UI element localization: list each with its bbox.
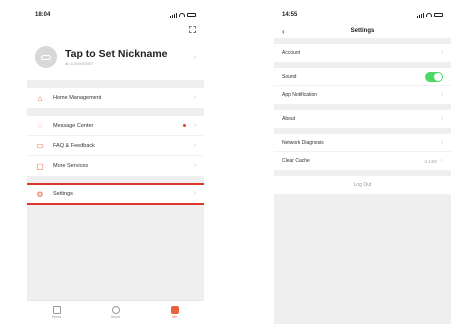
chevron-right-icon: › (194, 122, 196, 129)
chevron-right-icon: › (441, 50, 443, 56)
menu-group-support: ◌ Message Center › ▭ FAQ & Feedback › ▢ … (27, 116, 204, 176)
wifi-icon (179, 13, 185, 17)
menu-item-label: Message Center (53, 122, 94, 129)
chevron-right-icon: › (194, 191, 196, 197)
chevron-right-icon: › (441, 158, 443, 164)
message-icon: ◌ (37, 121, 43, 130)
status-icons (417, 12, 443, 18)
settings-group-notifications: Sound App Notification › (274, 68, 451, 104)
scan-icon[interactable] (189, 26, 196, 33)
settings-group-about: About › (274, 110, 451, 128)
row-label: Network Diagnosis (282, 139, 324, 146)
tab-smart[interactable]: Smart (86, 301, 145, 324)
faq-feedback-item[interactable]: ▭ FAQ & Feedback › (27, 136, 204, 156)
settings-item[interactable]: ⚙ Settings › (27, 183, 204, 205)
sound-toggle[interactable] (425, 71, 443, 82)
nickname[interactable]: Tap to Set Nickname (65, 48, 168, 60)
nav-bar: ‹ Settings (274, 24, 451, 38)
chevron-right-icon: › (193, 53, 196, 61)
tab-label: Me (172, 315, 177, 319)
chevron-right-icon: › (194, 163, 196, 169)
menu-group-settings: ⚙ Settings › (27, 183, 204, 205)
me-tab-icon (170, 306, 179, 314)
status-icons (170, 12, 196, 18)
unread-badge (183, 124, 186, 127)
tab-me[interactable]: Me (145, 301, 204, 324)
app-notification-row[interactable]: App Notification › (274, 86, 451, 104)
settings-screen: 14:55 ‹ Settings Account › Sound App Not… (274, 6, 451, 324)
battery-icon (434, 13, 443, 17)
home-tab-icon (52, 306, 61, 314)
profile-card[interactable]: Tap to Set Nickname ab-1285530907 › (27, 24, 204, 80)
tab-label: Home (51, 315, 62, 319)
row-label: About (282, 116, 296, 122)
clear-cache-row[interactable]: Clear Cache 3.14M › (274, 152, 451, 170)
user-id: ab-1285530907 (65, 61, 94, 66)
home-management-item[interactable]: ⌂ Home Management › (27, 88, 204, 108)
faq-icon: ▭ (36, 141, 44, 150)
chevron-right-icon: › (441, 116, 443, 122)
account-row[interactable]: Account › (274, 44, 451, 62)
page-title: Settings (350, 28, 375, 34)
status-time: 14:55 (282, 12, 298, 18)
tab-bar: Home Smart Me (27, 300, 204, 324)
menu-item-label: FAQ & Feedback (53, 142, 95, 149)
signal-icon (417, 12, 424, 18)
menu-item-label: Settings (53, 191, 73, 197)
chevron-right-icon: › (441, 92, 443, 98)
chevron-right-icon: › (194, 95, 196, 101)
gear-icon: ⚙ (36, 189, 44, 199)
wifi-icon (426, 13, 432, 17)
menu-item-label: Home Management (53, 95, 102, 101)
chevron-right-icon: › (194, 142, 196, 149)
signal-icon (170, 12, 177, 18)
about-row[interactable]: About › (274, 110, 451, 128)
battery-icon (187, 13, 196, 17)
settings-group-network: Network Diagnosis › Clear Cache 3.14M › (274, 134, 451, 170)
tab-label: Smart (110, 315, 121, 319)
me-screen: 18:04 Tap to Set Nickname ab-1285530907 … (27, 6, 204, 324)
tab-home[interactable]: Home (27, 301, 86, 324)
logout-button[interactable]: Log Out (274, 176, 451, 194)
status-bar: 18:04 (27, 6, 204, 24)
network-diagnosis-row[interactable]: Network Diagnosis › (274, 134, 451, 152)
cache-size: 3.14M (424, 158, 437, 164)
row-label: Sound (282, 73, 297, 80)
row-label: Clear Cache (282, 158, 310, 164)
status-time: 18:04 (35, 12, 51, 18)
home-icon: ⌂ (37, 93, 43, 103)
avatar[interactable] (35, 46, 57, 68)
menu-item-label: More Services (53, 163, 89, 169)
status-bar: 14:55 (274, 6, 451, 24)
services-icon: ▢ (36, 161, 44, 171)
row-label: App Notification (282, 92, 318, 98)
sound-row: Sound (274, 68, 451, 86)
back-chevron-icon[interactable]: ‹ (282, 27, 285, 36)
message-center-item[interactable]: ◌ Message Center › (27, 116, 204, 136)
menu-group-home: ⌂ Home Management › (27, 88, 204, 108)
row-label: Account (282, 50, 301, 56)
more-services-item[interactable]: ▢ More Services › (27, 156, 204, 176)
chevron-right-icon: › (441, 139, 443, 146)
smart-tab-icon (111, 306, 120, 314)
settings-group-account: Account › (274, 44, 451, 62)
